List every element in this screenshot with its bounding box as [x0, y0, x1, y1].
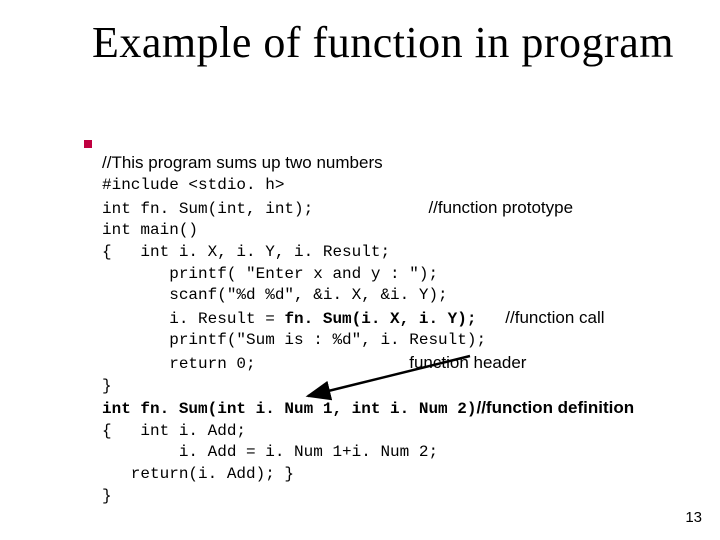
bullet-icon [84, 140, 92, 148]
code-line-14: i. Add = i. Num 1+i. Num 2; [102, 443, 438, 461]
page-number: 13 [685, 509, 702, 526]
code-line-3: int fn. Sum(int, int); [102, 200, 313, 218]
code-line-12: int fn. Sum(int i. Num 1, int i. Num 2) [102, 400, 476, 418]
code-line-8b: fn. Sum(i. X, i. Y); [284, 310, 476, 328]
annotation-prototype: //function prototype [428, 198, 573, 217]
code-line-7: scanf("%d %d", &i. X, &i. Y); [102, 286, 448, 304]
slide-title: Example of function in program [92, 20, 674, 66]
code-line-8a: i. Result = [102, 310, 284, 328]
code-line-15: return(i. Add); } [102, 465, 294, 483]
code-line-4: int main() [102, 221, 198, 239]
code-line-2: #include <stdio. h> [102, 176, 284, 194]
code-line-5: { int i. X, i. Y, i. Result; [102, 243, 390, 261]
code-line-10: return 0; [102, 355, 256, 373]
slide: Example of function in program //This pr… [0, 0, 720, 540]
code-block: //This program sums up two numbers #incl… [102, 130, 690, 507]
code-line-13: { int i. Add; [102, 422, 246, 440]
code-line-16: } [102, 487, 112, 505]
code-line-6: printf( "Enter x and y : "); [102, 265, 438, 283]
annotation-definition: //function definition [476, 398, 634, 417]
annotation-call: //function call [505, 308, 604, 327]
annotation-header: function header [409, 353, 526, 372]
code-line-1: //This program sums up two numbers [102, 153, 383, 172]
code-line-9: printf("Sum is : %d", i. Result); [102, 331, 486, 349]
code-line-11: } [102, 377, 112, 395]
